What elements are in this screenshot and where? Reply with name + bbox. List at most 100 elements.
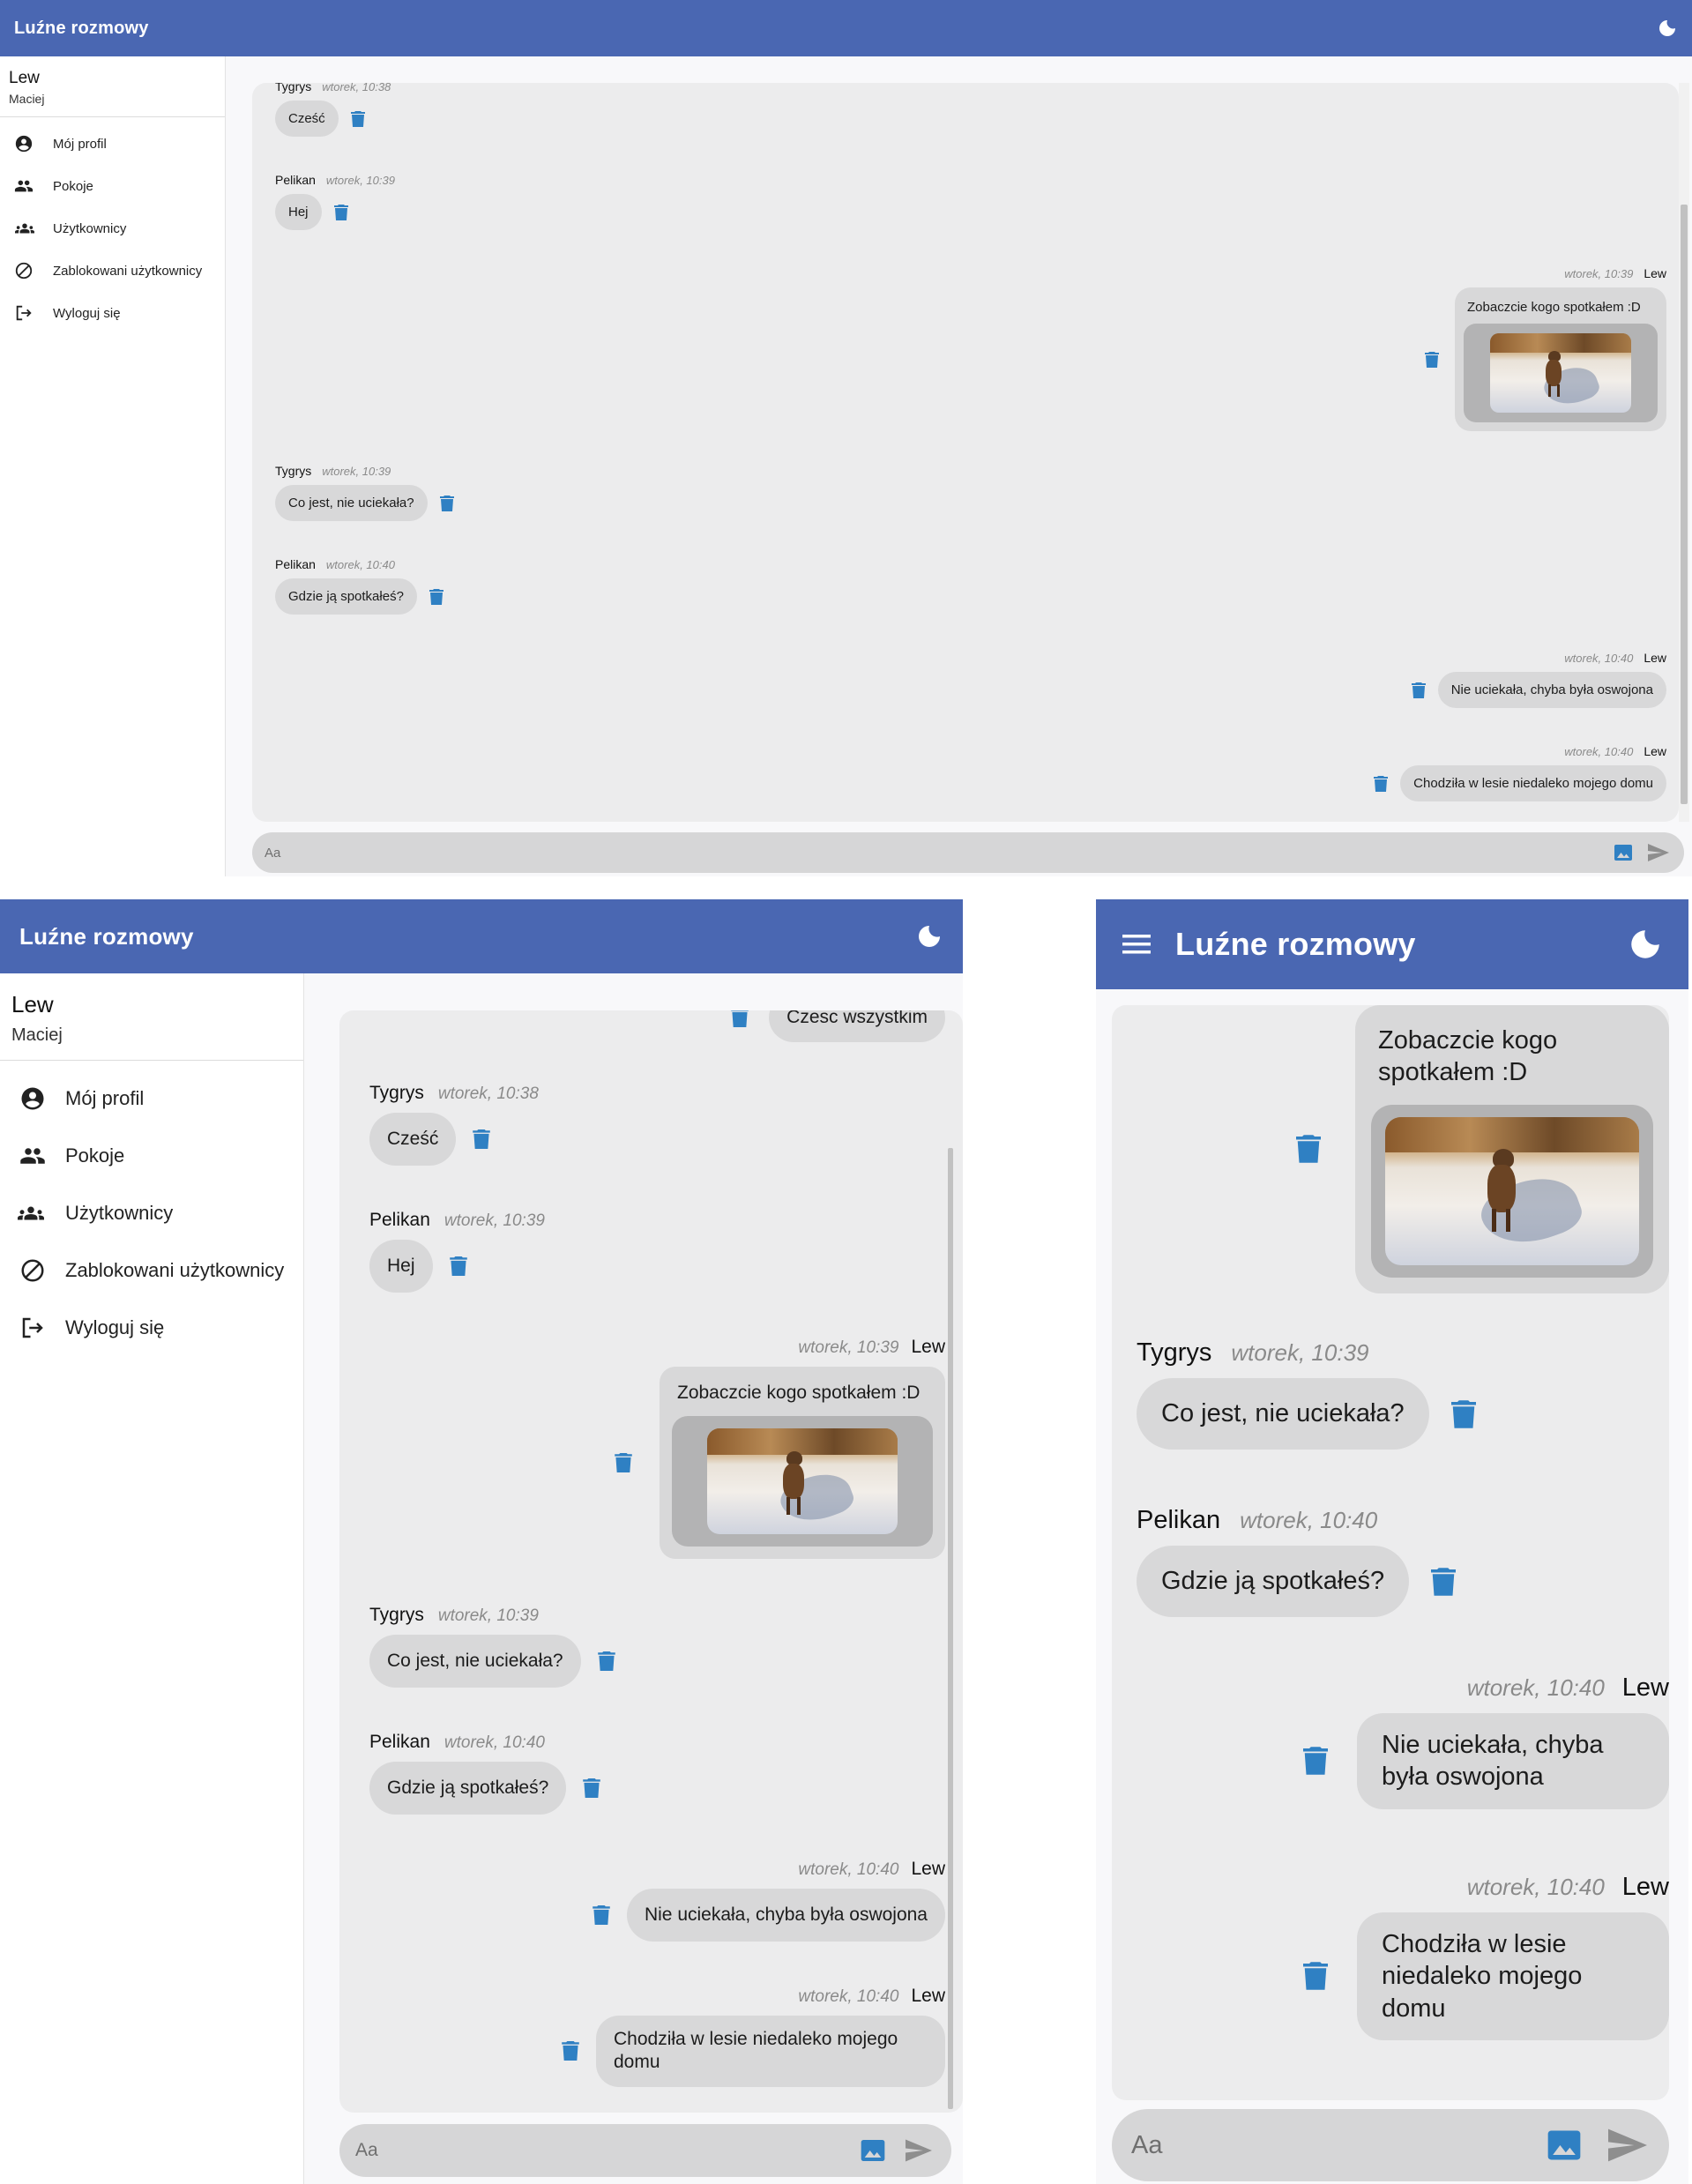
message-bubble: Cześć <box>369 1113 457 1166</box>
menu-item-logout[interactable]: Wyloguj się <box>0 292 225 334</box>
menu-button[interactable] <box>1121 933 1152 956</box>
moon-icon <box>1631 930 1659 958</box>
dark-mode-toggle[interactable] <box>1627 926 1664 963</box>
app-title: Luźne rozmowy <box>19 922 194 950</box>
scrollbar-thumb[interactable] <box>948 1148 953 2109</box>
message-author: Pelikan <box>369 1210 430 1230</box>
app-title: Luźne rozmowy <box>14 18 149 38</box>
message-bubble: Hej <box>275 194 322 230</box>
message-time: wtorek, 10:39 <box>325 174 395 187</box>
delete-message-button[interactable] <box>1293 1133 1323 1165</box>
moon-icon <box>919 926 940 947</box>
message-bubble: Nie uciekała, chyba była oswojona <box>1437 672 1666 708</box>
delete-message-button[interactable] <box>1408 680 1429 701</box>
menu-item-label: Użytkownicy <box>53 220 127 236</box>
message-list[interactable]: Tygrys wtorek, 10:38 Cześć Pelikan wtorek,… <box>252 83 1679 822</box>
app-title: Luźne rozmowy <box>1175 926 1416 962</box>
message-bubble: Zobaczcie kogo spotkałem :D <box>1355 1005 1669 1293</box>
message-author: Lew <box>1644 744 1666 758</box>
menu-item-rooms[interactable]: Pokoje <box>0 165 225 207</box>
message-author: Pelikan <box>275 557 316 571</box>
message-list-scrollbar[interactable] <box>1679 83 1689 822</box>
menu-item-users[interactable]: Użytkownicy <box>0 207 225 250</box>
message-bubble: Zobaczcie kogo spotkałem :D <box>660 1367 945 1559</box>
account-circle-icon <box>21 1087 44 1109</box>
menu-item-label: Zablokowani użytkownicy <box>53 263 203 279</box>
attach-image-button[interactable] <box>1610 839 1636 866</box>
message-time: wtorek, 10:39 <box>1564 267 1634 280</box>
message-input[interactable] <box>355 2140 856 2161</box>
menu-item-my-profile[interactable]: Mój profil <box>0 123 225 165</box>
account-circle-icon <box>15 135 33 153</box>
attach-image-button[interactable] <box>856 2134 890 2167</box>
logout-icon <box>22 1317 43 1338</box>
delete-message-button[interactable] <box>1449 1398 1479 1430</box>
message-list[interactable]: Czesc wszystkim Tygrys wtorek, 10:38 Cześ… <box>339 1010 963 2113</box>
message-list[interactable]: Zobaczcie kogo spotkałem :D Tygrys wtore… <box>1112 1005 1669 2100</box>
menu-item-my-profile[interactable]: Mój profil <box>0 1070 303 1127</box>
menu-item-blocked-users[interactable]: Zablokowani użytkownicy <box>0 1241 303 1299</box>
trash-icon <box>439 495 454 511</box>
trash-icon <box>562 2041 579 2061</box>
message-item: Pelikan wtorek, 10:40 Gdzie ją spotkałeś? <box>1137 1506 1458 1617</box>
message-time: wtorek, 10:40 <box>1466 1874 1605 1900</box>
trash-icon <box>1296 1135 1321 1163</box>
delete-message-button[interactable] <box>612 1451 635 1474</box>
message-author: Tygrys <box>369 1605 424 1625</box>
message-time: wtorek, 10:40 <box>1564 745 1634 758</box>
message-bubble: Chodziła w lesie niedaleko mojego domu <box>1400 765 1666 801</box>
message-item: Pelikan wtorek, 10:40 Gdzie ją spotkałeś? <box>369 1732 603 1815</box>
delete-message-button[interactable] <box>580 1777 603 1800</box>
delete-message-button[interactable] <box>728 1010 751 1029</box>
menu-item-logout[interactable]: Wyloguj się <box>0 1299 303 1356</box>
message-item: Tygrys wtorek, 10:38 Cześć <box>275 83 391 137</box>
delete-message-button[interactable] <box>559 2039 582 2062</box>
send-button[interactable] <box>1645 839 1672 866</box>
dark-mode-toggle[interactable] <box>1657 18 1678 39</box>
composer <box>339 2124 951 2177</box>
send-button[interactable] <box>1606 2123 1650 2167</box>
scrollbar-thumb[interactable] <box>1681 205 1688 804</box>
image-attachment[interactable] <box>672 1416 933 1547</box>
message-time: wtorek, 10:40 <box>1240 1507 1378 1533</box>
delete-message-button[interactable] <box>347 108 369 130</box>
delete-message-button[interactable] <box>595 1650 618 1673</box>
image-attachment[interactable] <box>1464 324 1658 422</box>
delete-message-button[interactable] <box>331 202 352 223</box>
delete-message-button[interactable] <box>447 1255 470 1278</box>
image-attachment[interactable] <box>1371 1104 1653 1278</box>
composer <box>252 832 1684 873</box>
groups-icon <box>18 1206 44 1219</box>
delete-message-button[interactable] <box>470 1128 493 1151</box>
delete-message-button[interactable] <box>590 1904 613 1927</box>
message-text: Zobaczcie kogo spotkałem :D <box>1378 1026 1558 1087</box>
image-icon <box>861 2140 885 2161</box>
dark-mode-toggle[interactable] <box>915 922 943 950</box>
message-author: Pelikan <box>275 173 316 187</box>
tablet-view: Luźne rozmowy Lew Maciej Mój profil Poko… <box>0 899 963 2184</box>
message-item: wtorek, 10:40 Lew Chodziła w lesie niedal… <box>1370 744 1666 801</box>
message-bubble: Nie uciekała, chyba była oswojona <box>626 1889 945 1942</box>
delete-message-button[interactable] <box>1301 1960 1330 1992</box>
send-icon <box>1648 844 1669 861</box>
image-icon <box>1547 2130 1581 2160</box>
send-icon <box>906 2139 932 2162</box>
menu-item-rooms[interactable]: Pokoje <box>0 1127 303 1184</box>
message-author: Tygrys <box>275 464 312 478</box>
trash-icon <box>583 1778 601 1798</box>
menu-item-label: Wyloguj się <box>53 305 121 321</box>
sidebar-menu: Mój profil Pokoje Użytkownicy Zablokowan… <box>0 117 225 334</box>
delete-message-button[interactable] <box>1428 1566 1458 1598</box>
message-author: Lew <box>911 1859 945 1879</box>
delete-message-button[interactable] <box>426 586 447 607</box>
menu-item-blocked-users[interactable]: Zablokowani użytkownicy <box>0 250 225 292</box>
delete-message-button[interactable] <box>1301 1745 1330 1777</box>
send-button[interactable] <box>902 2134 935 2167</box>
delete-message-button[interactable] <box>1370 773 1391 794</box>
delete-message-button[interactable] <box>436 493 458 514</box>
delete-message-button[interactable] <box>1421 349 1442 370</box>
attach-image-button[interactable] <box>1542 2123 1586 2167</box>
message-input[interactable] <box>265 845 1610 861</box>
message-input[interactable] <box>1131 2130 1542 2160</box>
menu-item-users[interactable]: Użytkownicy <box>0 1184 303 1241</box>
